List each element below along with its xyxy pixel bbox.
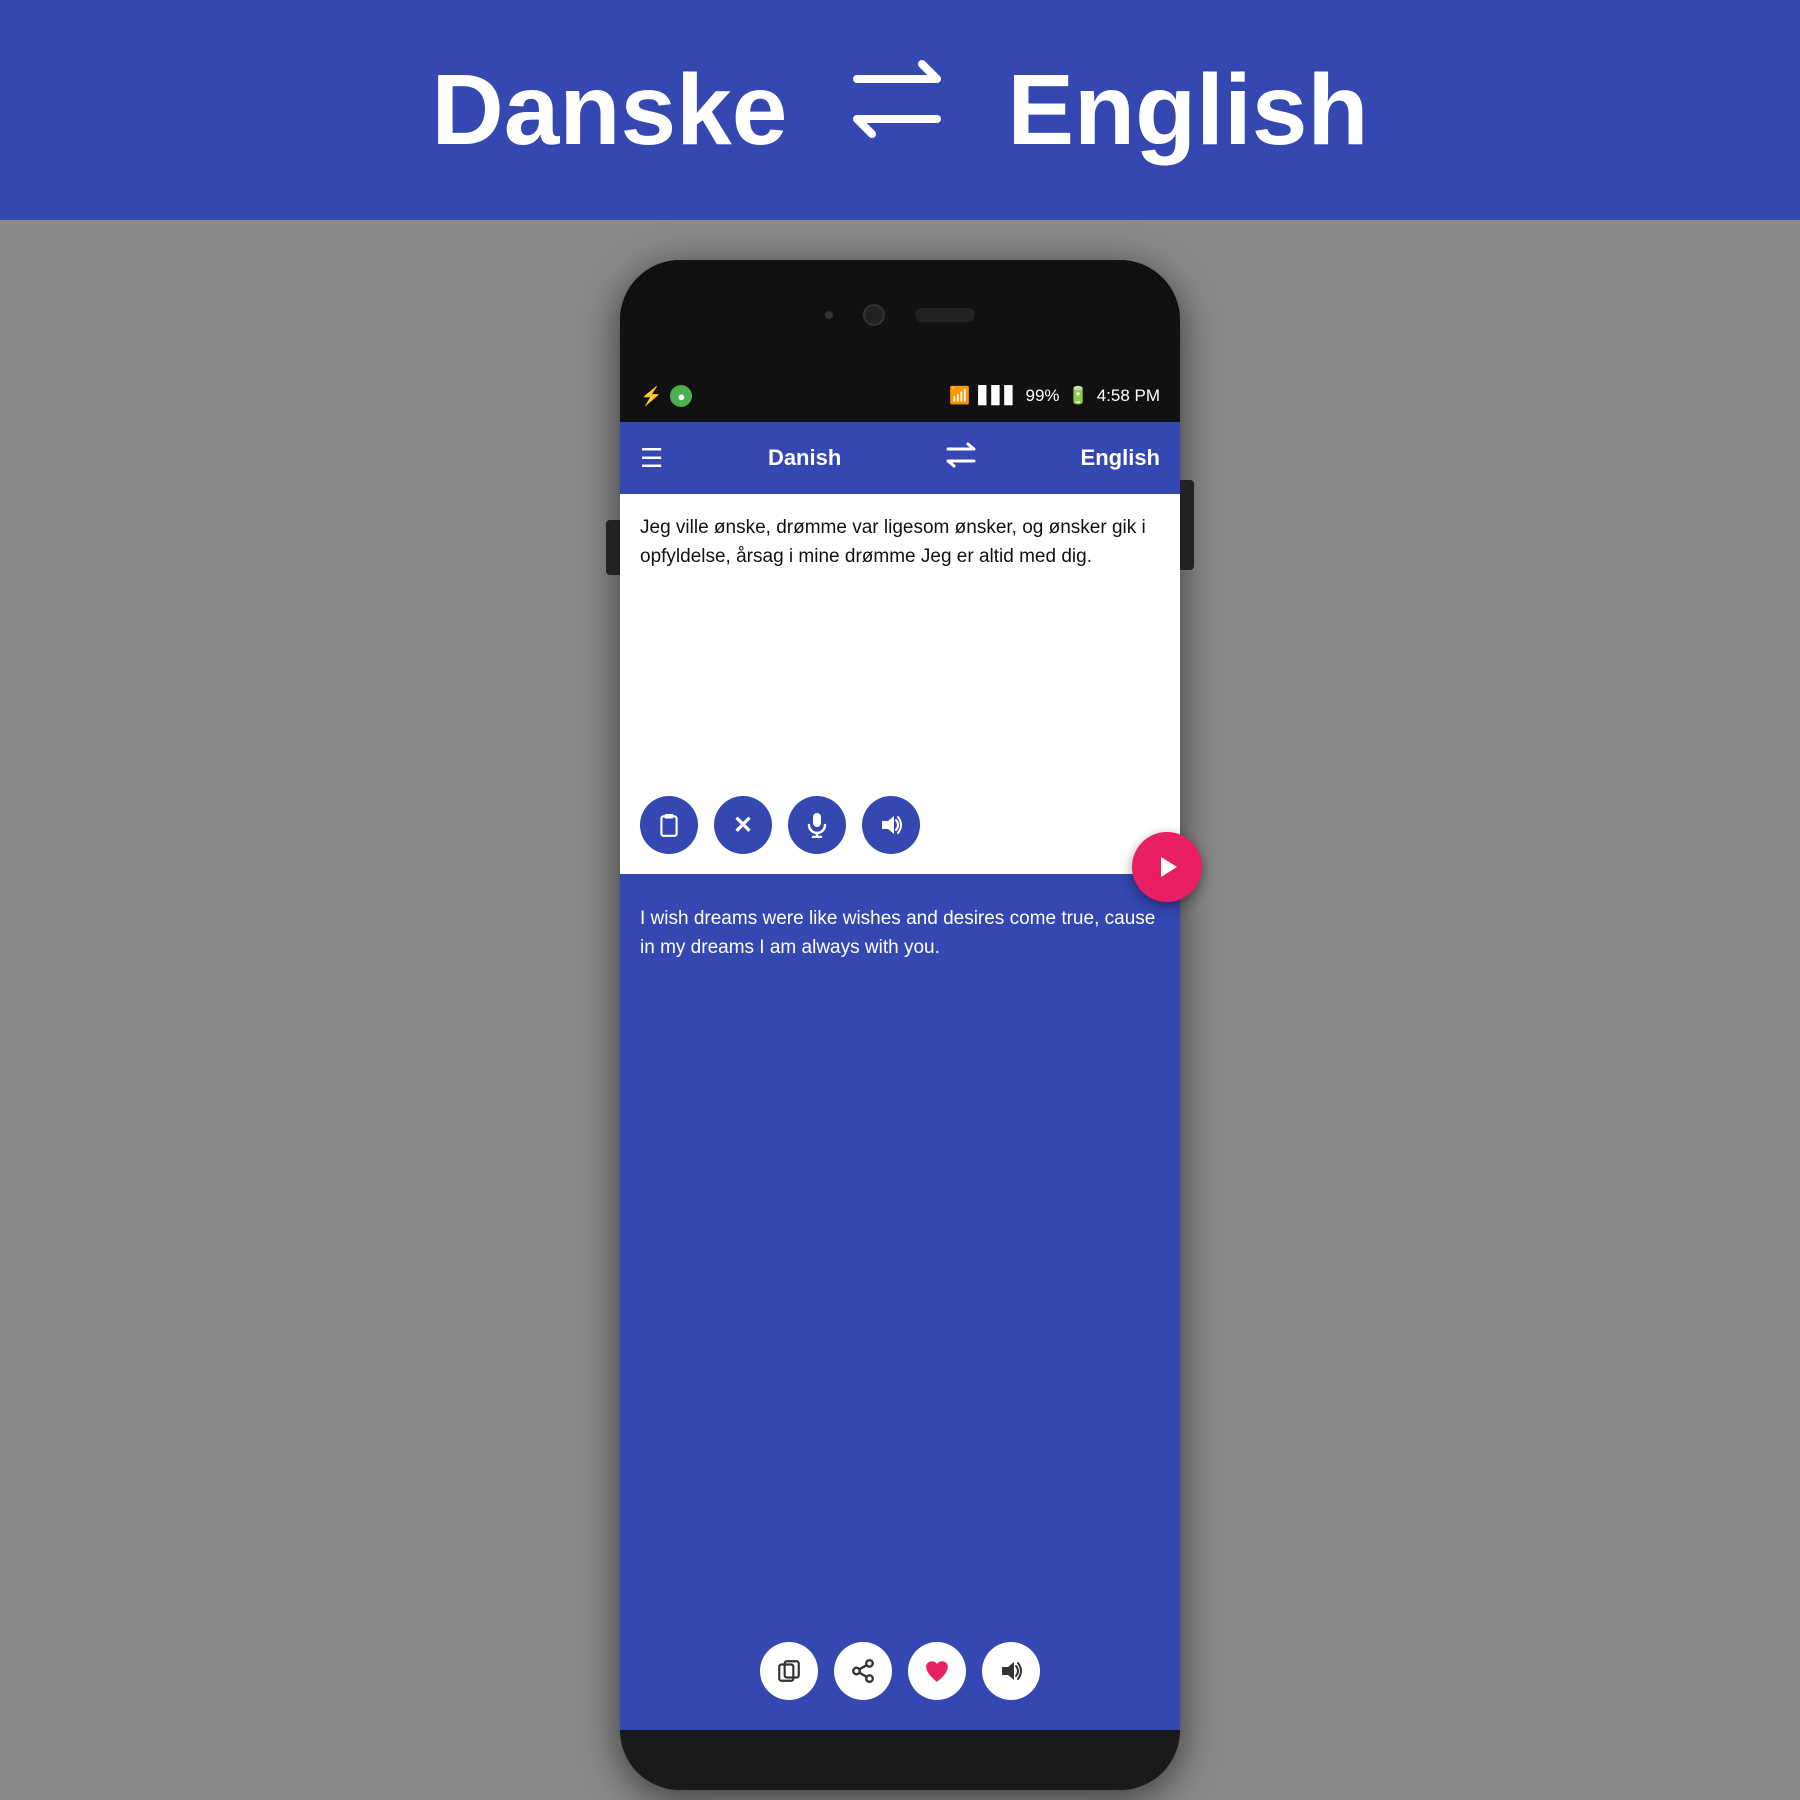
input-buttons: ✕	[640, 796, 1160, 854]
usb-icon: ⚡	[640, 386, 662, 407]
signal-icon: ▋▋▋	[978, 386, 1017, 406]
battery-icon: 🔋	[1068, 386, 1089, 406]
time-display: 4:58 PM	[1097, 386, 1160, 406]
banner-target-lang[interactable]: English	[1007, 53, 1368, 168]
app-swap-icon[interactable]	[946, 442, 976, 474]
clear-input-button[interactable]: ✕	[714, 796, 772, 854]
input-text[interactable]: Jeg ville ønske, drømme var ligesom ønsk…	[640, 514, 1160, 786]
banner-source-lang[interactable]: Danske	[432, 53, 788, 168]
phone-device: ⚡ ● 📶 ▋▋▋ 99% 🔋 4:58 PM ☰ Danish English	[620, 260, 1180, 1790]
phone-side-button-left	[606, 520, 620, 575]
app-source-lang[interactable]: Danish	[768, 445, 841, 471]
app-target-lang[interactable]: English	[1081, 445, 1160, 471]
phone-speaker	[825, 311, 833, 319]
hamburger-menu-icon[interactable]: ☰	[640, 443, 663, 474]
status-right-info: 📶 ▋▋▋ 99% 🔋 4:58 PM	[949, 386, 1160, 406]
speaker-input-button[interactable]	[862, 796, 920, 854]
output-text: I wish dreams were like wishes and desir…	[640, 904, 1160, 1642]
phone-bottom	[620, 1730, 1180, 1790]
input-area: Jeg ville ønske, drømme var ligesom ønsk…	[620, 494, 1180, 874]
phone-camera	[863, 304, 885, 326]
battery-percent: 99%	[1025, 386, 1059, 406]
main-area: ⚡ ● 📶 ▋▋▋ 99% 🔋 4:58 PM ☰ Danish English	[0, 220, 1800, 1800]
output-buttons	[640, 1642, 1160, 1710]
translate-button[interactable]	[1132, 832, 1202, 902]
status-bar: ⚡ ● 📶 ▋▋▋ 99% 🔋 4:58 PM	[620, 370, 1180, 422]
microphone-button[interactable]	[788, 796, 846, 854]
status-left-icons: ⚡ ●	[640, 385, 692, 407]
speaker-output-button[interactable]	[982, 1642, 1040, 1700]
share-output-button[interactable]	[834, 1642, 892, 1700]
output-area: I wish dreams were like wishes and desir…	[620, 874, 1180, 1730]
copy-output-button[interactable]	[760, 1642, 818, 1700]
top-banner: Danske English	[0, 0, 1800, 220]
phone-top	[620, 260, 1180, 370]
favorite-output-button[interactable]	[908, 1642, 966, 1700]
app-bar: ☰ Danish English	[620, 422, 1180, 494]
banner-swap-icon[interactable]	[847, 54, 947, 166]
copy-input-button[interactable]	[640, 796, 698, 854]
notification-icon: ●	[670, 385, 692, 407]
phone-microphone	[915, 308, 975, 322]
wifi-icon: 📶	[949, 386, 970, 406]
phone-side-button-right	[1180, 480, 1194, 570]
